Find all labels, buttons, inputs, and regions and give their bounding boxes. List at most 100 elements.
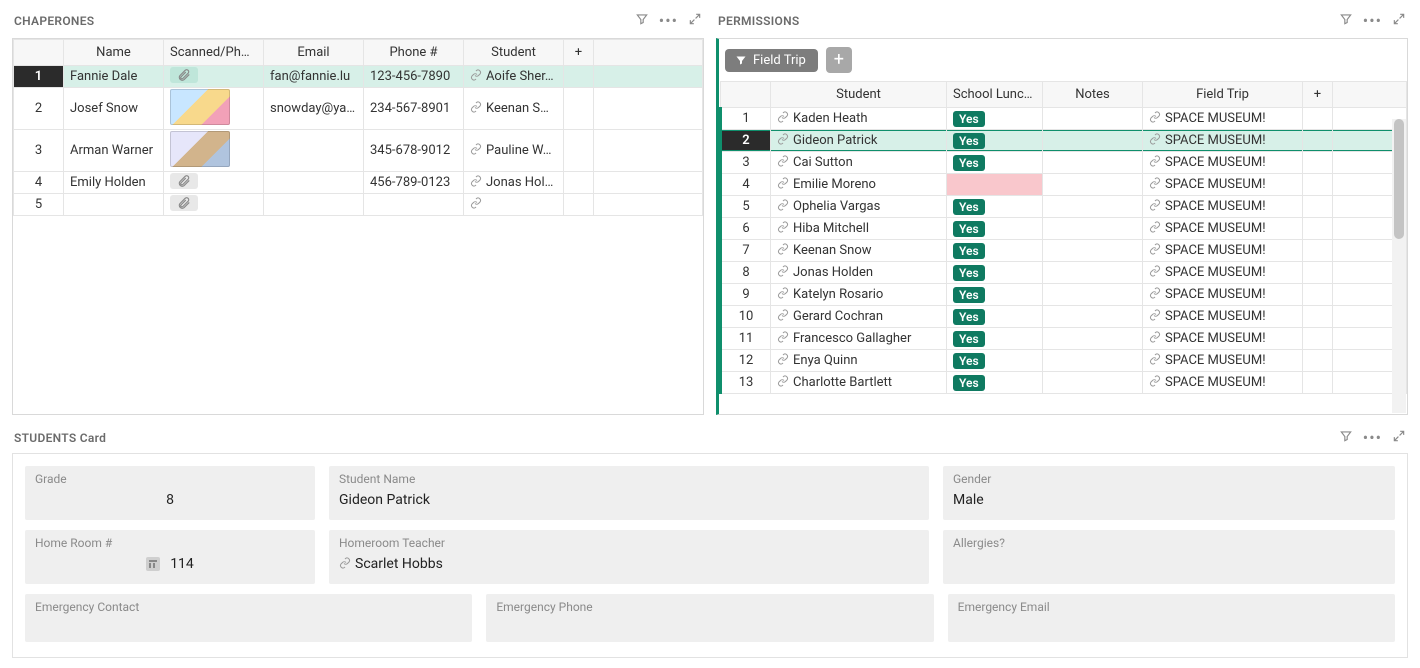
table-row[interactable]: 6Hiba MitchellYesSPACE MUSEUM! [721, 218, 1407, 240]
scrollbar[interactable] [1392, 119, 1406, 413]
table-row[interactable]: 13Charlotte BartlettYesSPACE MUSEUM! [721, 372, 1407, 394]
cell-student[interactable]: Emilie Moreno [771, 174, 947, 196]
field-grade[interactable]: Grade 8 [25, 466, 315, 520]
filter-icon[interactable] [635, 12, 649, 30]
cell-student[interactable]: Gideon Patrick [771, 130, 947, 152]
cell-notes[interactable] [1043, 328, 1143, 350]
cell-trip[interactable]: SPACE MUSEUM! [1143, 152, 1303, 174]
cell-lunch[interactable]: Yes [947, 350, 1043, 372]
cell-student[interactable]: Charlotte Bartlett [771, 372, 947, 394]
col-phone[interactable]: Phone # [364, 40, 464, 66]
field-gender[interactable]: Gender Male [943, 466, 1395, 520]
cell-name[interactable]: Fannie Dale [64, 66, 164, 88]
cell-photo[interactable] [164, 172, 264, 194]
cell-notes[interactable] [1043, 284, 1143, 306]
cell-lunch[interactable]: Yes [947, 372, 1043, 394]
cell-email[interactable]: fan@fannie.lu [264, 66, 364, 88]
cell-student[interactable]: Jonas Holden [771, 262, 947, 284]
cell-email[interactable] [264, 130, 364, 172]
id-card-thumbnail[interactable] [170, 131, 230, 167]
cell-lunch[interactable]: Yes [947, 196, 1043, 218]
cell-lunch[interactable]: Yes [947, 130, 1043, 152]
cell-phone[interactable]: 345-678-9012 [364, 130, 464, 172]
table-row[interactable]: 7Keenan SnowYesSPACE MUSEUM! [721, 240, 1407, 262]
cell-photo[interactable] [164, 88, 264, 130]
cell-lunch[interactable]: Yes [947, 152, 1043, 174]
more-icon[interactable]: ••• [659, 13, 678, 29]
table-row[interactable]: 2Josef Snowsnowday@ya…234-567-8901Keenan… [14, 88, 703, 130]
table-row[interactable]: 10Gerard CochranYesSPACE MUSEUM! [721, 306, 1407, 328]
cell-email[interactable]: snowday@ya… [264, 88, 364, 130]
cell-student[interactable]: Keenan Snow [771, 240, 947, 262]
cell-trip[interactable]: SPACE MUSEUM! [1143, 372, 1303, 394]
expand-icon[interactable] [1392, 429, 1406, 447]
cell-lunch[interactable]: Yes [947, 240, 1043, 262]
cell-name[interactable]: Arman Warner [64, 130, 164, 172]
attachment-icon[interactable] [170, 173, 198, 189]
filter-icon[interactable] [1339, 12, 1353, 30]
col-trip[interactable]: Field Trip [1143, 82, 1303, 108]
cell-student[interactable] [464, 194, 564, 216]
cell-trip[interactable]: SPACE MUSEUM! [1143, 130, 1303, 152]
field-emergency-email[interactable]: Emergency Email [948, 594, 1395, 642]
cell-lunch[interactable]: Yes [947, 218, 1043, 240]
cell-phone[interactable]: 234-567-8901 [364, 88, 464, 130]
add-column-button[interactable]: + [564, 40, 594, 66]
more-icon[interactable]: ••• [1363, 13, 1382, 29]
cell-notes[interactable] [1043, 174, 1143, 196]
cell-trip[interactable]: SPACE MUSEUM! [1143, 174, 1303, 196]
col-email[interactable]: Email [264, 40, 364, 66]
cell-name[interactable]: Josef Snow [64, 88, 164, 130]
field-student-name[interactable]: Student Name Gideon Patrick [329, 466, 929, 520]
cell-notes[interactable] [1043, 196, 1143, 218]
cell-name[interactable] [64, 194, 164, 216]
table-row[interactable]: 5 [14, 194, 703, 216]
col-student[interactable]: Student [771, 82, 947, 108]
expand-icon[interactable] [1392, 12, 1406, 30]
id-card-thumbnail[interactable] [170, 89, 230, 125]
cell-student[interactable]: Francesco Gallagher [771, 328, 947, 350]
cell-student[interactable]: Cai Sutton [771, 152, 947, 174]
cell-student[interactable]: Aoife Sher… [464, 66, 564, 88]
cell-name[interactable]: Emily Holden [64, 172, 164, 194]
cell-trip[interactable]: SPACE MUSEUM! [1143, 240, 1303, 262]
cell-student[interactable]: Kaden Heath [771, 108, 947, 130]
attachment-icon[interactable] [170, 195, 198, 211]
cell-phone[interactable] [364, 194, 464, 216]
cell-student[interactable]: Jonas Hol… [464, 172, 564, 194]
cell-lunch[interactable]: Yes [947, 108, 1043, 130]
field-allergies[interactable]: Allergies? [943, 530, 1395, 584]
cell-trip[interactable]: SPACE MUSEUM! [1143, 196, 1303, 218]
cell-student[interactable]: Katelyn Rosario [771, 284, 947, 306]
cell-lunch[interactable]: Yes [947, 306, 1043, 328]
table-row[interactable]: 4Emilie MorenoSPACE MUSEUM! [721, 174, 1407, 196]
cell-lunch[interactable] [947, 174, 1043, 196]
col-lunch[interactable]: School Lunch? [947, 82, 1043, 108]
table-row[interactable]: 1Fannie Dalefan@fannie.lu123-456-7890Aoi… [14, 66, 703, 88]
col-name[interactable]: Name [64, 40, 164, 66]
field-home-room-num[interactable]: Home Room # 114 [25, 530, 315, 584]
chaperones-grid[interactable]: Name Scanned/Phot… Email Phone # Student… [13, 39, 703, 216]
add-filter-button[interactable]: + [826, 47, 852, 73]
cell-notes[interactable] [1043, 130, 1143, 152]
cell-notes[interactable] [1043, 240, 1143, 262]
field-emergency-contact[interactable]: Emergency Contact [25, 594, 472, 642]
filter-chip-field-trip[interactable]: Field Trip [725, 49, 818, 72]
cell-trip[interactable]: SPACE MUSEUM! [1143, 306, 1303, 328]
table-row[interactable]: 5Ophelia VargasYesSPACE MUSEUM! [721, 196, 1407, 218]
cell-trip[interactable]: SPACE MUSEUM! [1143, 218, 1303, 240]
cell-student[interactable]: Pauline W… [464, 130, 564, 172]
add-column-button[interactable]: + [1303, 82, 1333, 108]
cell-trip[interactable]: SPACE MUSEUM! [1143, 284, 1303, 306]
cell-notes[interactable] [1043, 108, 1143, 130]
cell-lunch[interactable]: Yes [947, 262, 1043, 284]
table-row[interactable]: 8Jonas HoldenYesSPACE MUSEUM! [721, 262, 1407, 284]
expand-icon[interactable] [688, 12, 702, 30]
cell-student[interactable]: Ophelia Vargas [771, 196, 947, 218]
more-icon[interactable]: ••• [1363, 430, 1382, 446]
cell-lunch[interactable]: Yes [947, 328, 1043, 350]
cell-email[interactable] [264, 194, 364, 216]
cell-trip[interactable]: SPACE MUSEUM! [1143, 350, 1303, 372]
table-row[interactable]: 3Arman Warner345-678-9012Pauline W… [14, 130, 703, 172]
table-row[interactable]: 4Emily Holden456-789-0123Jonas Hol… [14, 172, 703, 194]
